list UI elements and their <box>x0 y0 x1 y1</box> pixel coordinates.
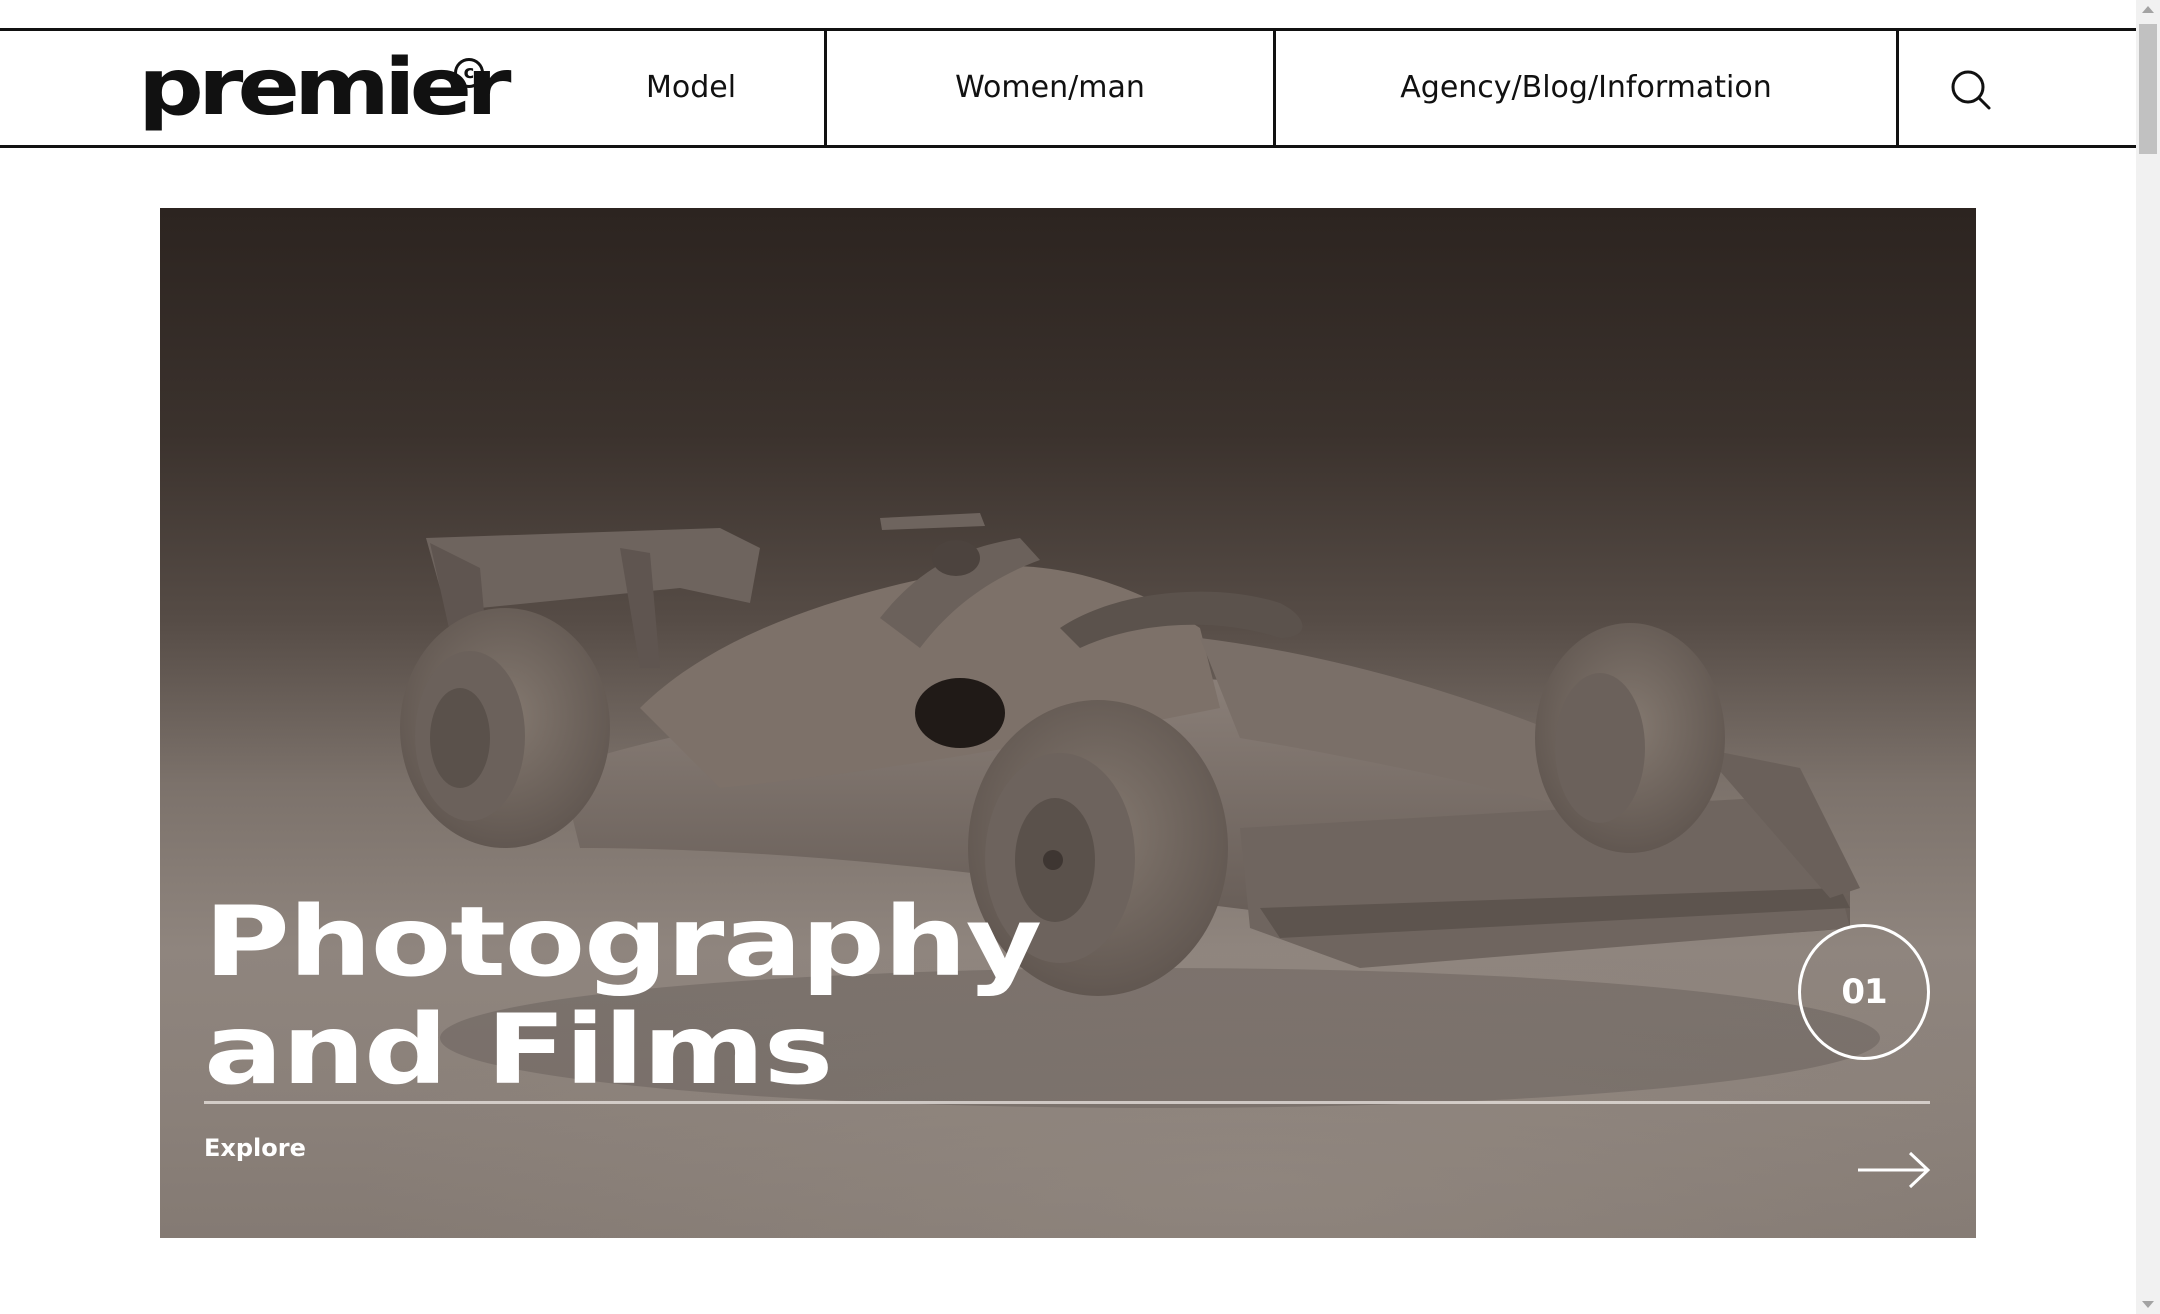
hero-banner[interactable]: Photography and Films 01 Explore <box>160 208 1976 1238</box>
hero-title-line-1: Photography <box>204 886 1042 998</box>
arrow-right-icon[interactable] <box>1856 1150 1932 1190</box>
scrollbar[interactable] <box>2136 0 2160 1314</box>
slide-number-badge: 01 <box>1798 924 1930 1060</box>
explore-link[interactable]: Explore <box>204 1134 306 1162</box>
copyright-icon: c <box>454 58 484 88</box>
nav-divider <box>1896 31 1899 145</box>
nav-model[interactable]: Model <box>560 31 822 145</box>
hero-title-line-2: and Films <box>204 994 833 1106</box>
nav-agency-blog-information[interactable]: Agency/Blog/Information <box>1276 31 1896 145</box>
scroll-down-arrow[interactable] <box>2142 1301 2154 1308</box>
nav-women-man[interactable]: Women/man <box>827 31 1273 145</box>
search-icon[interactable] <box>1950 69 1992 111</box>
scroll-up-arrow[interactable] <box>2142 6 2154 13</box>
hero-title: Photography and Films <box>204 886 1042 1106</box>
hero-divider <box>204 1101 1930 1104</box>
logo[interactable]: premier <box>138 49 512 127</box>
scroll-thumb[interactable] <box>2139 24 2157 154</box>
site-header: premier c Model Women/man Agency/Blog/In… <box>0 28 2136 148</box>
